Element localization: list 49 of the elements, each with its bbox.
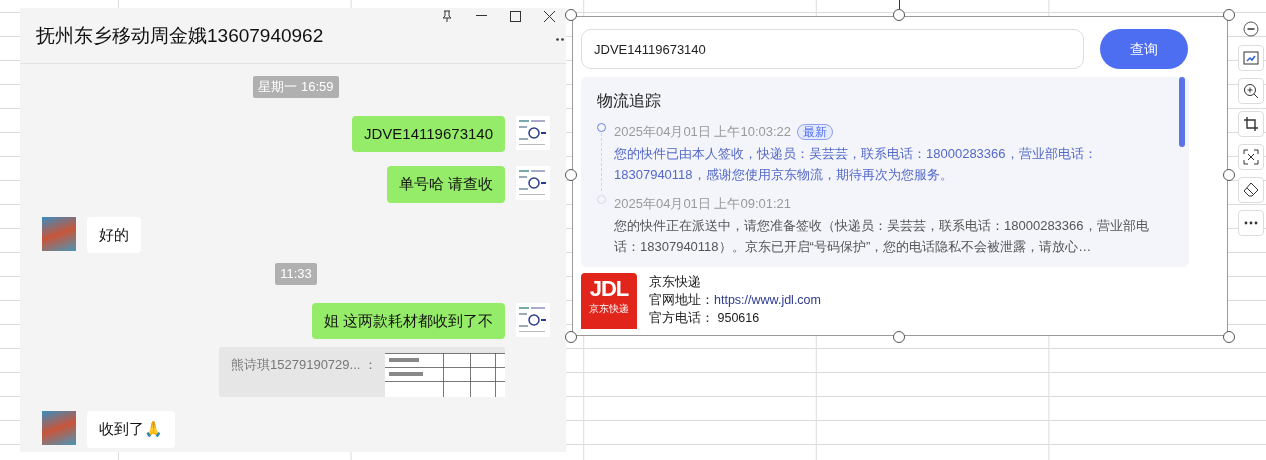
event-description: 您的快件正在派送中，请您准备签收（快递员：吴芸芸，联系电话：18000283366，营业部电话：18307940118）。京东已开启“号码保护”，您的电话隐私不会被泄露，请放心…	[614, 217, 1150, 256]
zoom-in-button[interactable]	[1238, 78, 1264, 104]
logo-caption: 京东快递	[589, 302, 629, 316]
more-icon[interactable]	[556, 38, 564, 41]
chart-button[interactable]	[1238, 45, 1264, 71]
minus-circle-icon	[1243, 21, 1259, 37]
document-thumbnail-avatar	[516, 115, 550, 150]
event-time: 2025年04月01日 上午10:03:22	[614, 124, 792, 139]
crop-icon	[1243, 116, 1259, 132]
chart-icon	[1243, 51, 1259, 65]
card-title: 物流追踪	[597, 91, 662, 111]
fit-button[interactable]	[1238, 144, 1264, 170]
maximize-icon	[509, 10, 521, 22]
resize-handle[interactable]	[1223, 331, 1235, 343]
pin-icon	[441, 10, 453, 22]
website-label: 官网地址：	[649, 293, 714, 307]
tracking-number-field[interactable]: JDVE14119673140	[581, 29, 1084, 69]
message-bubble: 单号哈 请查收	[386, 166, 505, 203]
message-bubble: 收到了🙏	[87, 411, 175, 448]
document-thumbnail-avatar	[516, 302, 550, 337]
resize-handle[interactable]	[1223, 9, 1235, 21]
zoom-in-icon	[1243, 83, 1259, 99]
chat-title: 抚州东乡移动周金娥13607940962	[36, 24, 324, 48]
logo-mark: JDL	[589, 277, 629, 301]
carrier-name: 京东快递	[649, 274, 702, 291]
phone-text: 官方电话： 950616	[649, 310, 761, 327]
query-button[interactable]: 查询	[1100, 29, 1188, 69]
timestamp: 11:33	[275, 263, 317, 285]
event-time: 2025年04月01日 上午09:01:21	[614, 196, 792, 211]
more-icon	[1244, 221, 1258, 225]
eraser-icon	[1243, 182, 1259, 198]
crop-button[interactable]	[1238, 111, 1264, 137]
avatar-photo	[42, 411, 76, 445]
message-bubble: JDVE14119673140	[352, 115, 505, 152]
eraser-button[interactable]	[1238, 177, 1264, 203]
close-icon	[543, 10, 555, 22]
rotation-handle-line	[899, 0, 900, 10]
message-bubble: 姐 这两款耗材都收到了不	[311, 302, 505, 339]
message-bubble: 好的	[87, 216, 141, 253]
scrollbar-thumb[interactable]	[1179, 77, 1185, 147]
minimize-icon	[475, 15, 487, 17]
event-description: 您的快件已由本人签收，快递员：吴芸芸，联系电话：18000283366，营业部电话：18307940118，感谢您使用京东物流，期待再次为您服务。	[614, 145, 1098, 184]
document-thumbnail-avatar	[516, 166, 550, 200]
resize-handle[interactable]	[893, 9, 905, 21]
quote-sender: 熊诗琪15279190729... ：	[231, 356, 377, 374]
website-link[interactable]: https://www.jdl.com	[714, 293, 821, 307]
avatar-photo	[42, 216, 76, 251]
fit-icon	[1243, 149, 1259, 165]
latest-badge: 最新	[797, 124, 834, 140]
